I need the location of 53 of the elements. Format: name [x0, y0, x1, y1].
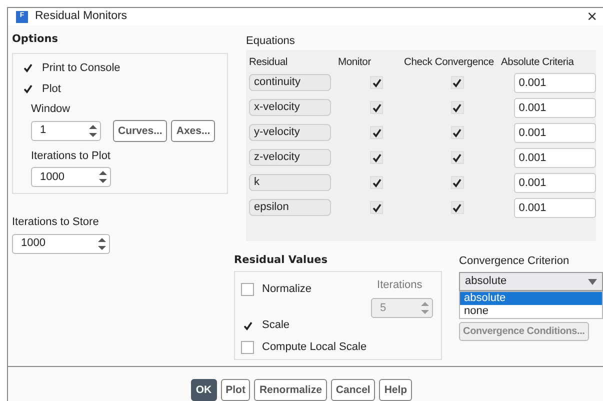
- field-label: Iterations to Store: [12, 215, 100, 230]
- criteria-field[interactable]: 0.001: [514, 72, 596, 93]
- field-label: Iterations to Plot: [31, 148, 112, 164]
- window-title: Residual Monitors: [35, 9, 128, 24]
- residual-field: z-velocity: [249, 149, 332, 166]
- field-label: Iterations: [376, 278, 424, 294]
- checkbox-label: Scale: [262, 318, 290, 334]
- section-title: Options: [12, 32, 59, 48]
- residual-field: epsilon: [249, 199, 332, 216]
- residual-field: k: [249, 174, 332, 192]
- checkbox[interactable]: [241, 283, 254, 296]
- spin-field[interactable]: 1: [31, 120, 101, 140]
- section-title: Equations: [246, 34, 296, 50]
- axes-button[interactable]: Axes...: [171, 120, 216, 142]
- checkbox[interactable]: [241, 319, 254, 332]
- field-label: Window: [31, 102, 72, 117]
- caret-icon: [588, 278, 597, 284]
- spin-arrows-icon[interactable]: [99, 170, 107, 184]
- criteria-field[interactable]: 0.001: [514, 122, 596, 143]
- checkbox[interactable]: [21, 82, 34, 96]
- criteria-field[interactable]: 0.001: [514, 148, 596, 168]
- column-header: Check Convergence: [404, 56, 494, 68]
- curves-button[interactable]: Curves...: [113, 120, 168, 142]
- column-header: Absolute Criteria: [501, 56, 574, 68]
- dialog-button[interactable]: Cancel: [330, 379, 376, 401]
- column-header: Monitor: [338, 56, 371, 68]
- criteria-field[interactable]: 0.001: [514, 98, 596, 118]
- spin-arrows-icon[interactable]: [98, 236, 106, 250]
- dialog-button[interactable]: OK: [190, 379, 217, 401]
- checkbox-label: Normalize: [262, 282, 312, 298]
- checkbox-label: Print to Console: [42, 61, 120, 76]
- checkbox[interactable]: [241, 340, 254, 354]
- dialog-button[interactable]: Plot: [220, 379, 250, 401]
- residual-field: continuity: [249, 74, 332, 92]
- residual-field: x-velocity: [249, 99, 332, 116]
- residual-field: y-velocity: [249, 124, 332, 142]
- spin-field[interactable]: 1000: [31, 167, 111, 187]
- column-header: Residual: [249, 56, 288, 68]
- criteria-field[interactable]: 0.001: [514, 198, 596, 218]
- field-label: Convergence Criterion: [459, 254, 570, 268]
- spin-arrows-icon[interactable]: [89, 124, 97, 138]
- checkbox[interactable]: [21, 62, 34, 75]
- spin-field[interactable]: 1000: [12, 234, 110, 254]
- checkbox-label: Plot: [42, 82, 61, 96]
- criteria-field[interactable]: 0.001: [514, 172, 596, 193]
- checkbox-label: Compute Local Scale: [262, 340, 367, 355]
- dialog-button[interactable]: Help: [379, 379, 412, 401]
- section-title: Residual Values: [234, 252, 328, 268]
- dropdown-item[interactable]: none: [460, 305, 602, 318]
- dropdown[interactable]: absolute: [459, 272, 603, 291]
- dialog-button[interactable]: Renormalize: [254, 379, 327, 401]
- close-button[interactable]: ×: [581, 8, 603, 26]
- dropdown-item[interactable]: absolute: [460, 292, 602, 305]
